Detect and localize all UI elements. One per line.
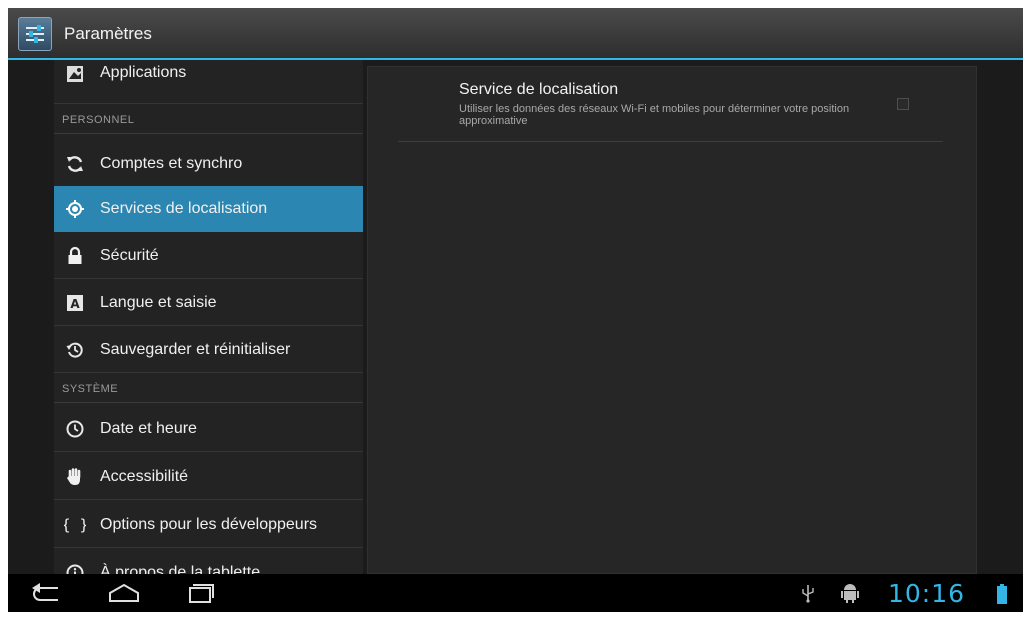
settings-item-label: Date et heure [100, 420, 197, 437]
settings-item-label: Langue et saisie [100, 294, 217, 311]
recent-apps-button[interactable] [184, 580, 218, 606]
settings-app-icon[interactable] [18, 17, 52, 51]
settings-item-date-time[interactable]: Date et heure [54, 406, 363, 452]
settings-item-label: Sécurité [100, 247, 159, 264]
settings-item-label: Options pour les développeurs [100, 516, 318, 533]
battery-icon [996, 583, 1008, 610]
settings-item-accessibility[interactable]: Accessibilité [54, 454, 363, 500]
settings-item-about-tablet[interactable]: À propos de la tablette [54, 550, 363, 574]
section-header-label: SYSTÈME [62, 383, 119, 395]
settings-item-label: Applications [100, 64, 187, 81]
info-icon [64, 562, 86, 574]
keyboard-icon: A [64, 292, 86, 314]
svg-text:A: A [70, 297, 80, 311]
recent-apps-icon [189, 584, 214, 603]
lock-icon [64, 245, 86, 267]
settings-item-applications[interactable]: Applications [54, 60, 363, 104]
section-header-label: PERSONNEL [62, 114, 135, 126]
home-button[interactable] [107, 580, 141, 606]
section-header-systeme: SYSTÈME [54, 373, 363, 403]
settings-item-label: Services de localisation [100, 200, 268, 217]
settings-screen: Paramètres Applications PERSONNEL Compte… [8, 8, 1023, 612]
settings-item-label: Accessibilité [100, 468, 189, 485]
settings-item-developer-options[interactable]: { } Options pour les développeurs [54, 502, 363, 548]
preference-summary: Utiliser les données des réseaux Wi-Fi e… [459, 103, 850, 127]
svg-text:{ }: { } [64, 516, 86, 534]
divider [398, 141, 943, 142]
sync-icon [64, 153, 86, 175]
location-settings-panel: Service de localisation Utiliser les don… [367, 66, 977, 574]
settings-item-backup-reset[interactable]: Sauvegarder et réinitialiser [54, 327, 363, 373]
action-bar: Paramètres [8, 8, 1023, 60]
page-title: Paramètres [64, 24, 152, 43]
applications-icon [64, 63, 86, 85]
hand-icon [64, 466, 86, 488]
settings-item-accounts-sync[interactable]: Comptes et synchro [54, 141, 363, 187]
clock-icon [64, 418, 86, 440]
section-header-personnel: PERSONNEL [54, 104, 363, 134]
settings-category-list[interactable]: Applications PERSONNEL Comptes et synchr… [54, 60, 363, 574]
location-icon [64, 198, 86, 220]
preference-title: Service de localisation [459, 81, 619, 98]
back-button[interactable] [28, 580, 62, 606]
back-icon [32, 583, 58, 601]
location-service-checkbox[interactable] [897, 98, 909, 110]
system-navigation-bar: 10:16 [8, 574, 1023, 612]
settings-item-label: Sauvegarder et réinitialiser [100, 341, 291, 358]
home-icon [109, 583, 139, 602]
settings-item-language-input[interactable]: A Langue et saisie [54, 280, 363, 326]
braces-icon: { } [64, 514, 86, 536]
settings-item-label: À propos de la tablette [100, 564, 261, 574]
settings-item-security[interactable]: Sécurité [54, 233, 363, 279]
settings-item-location-services[interactable]: Services de localisation [54, 186, 363, 232]
settings-item-label: Comptes et synchro [100, 155, 243, 172]
backup-icon [64, 339, 86, 361]
status-clock: 10:16 [888, 579, 966, 608]
usb-icon [800, 583, 816, 608]
android-debug-icon [840, 582, 860, 609]
